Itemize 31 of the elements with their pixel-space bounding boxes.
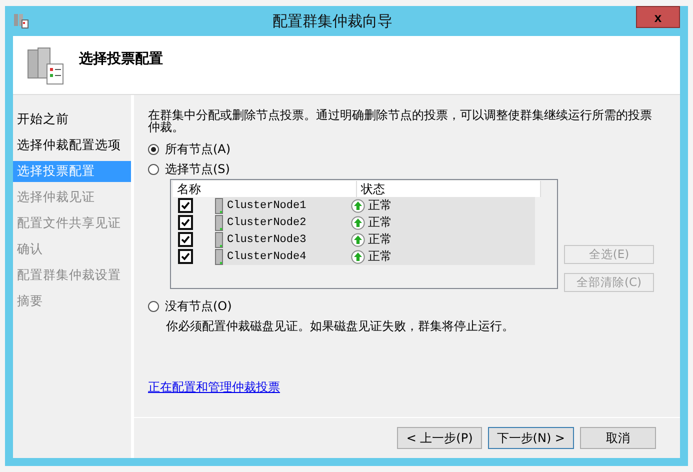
radio-option[interactable]: 没有节点(O) <box>148 296 668 316</box>
table-cell: ClusterNode2 <box>223 214 351 231</box>
up-arrow-icon <box>351 232 365 246</box>
table-cell: ClusterNode4 <box>223 248 351 265</box>
checkbox[interactable] <box>178 249 193 264</box>
nav-button[interactable]: < 上一步(P) <box>397 427 482 449</box>
close-button[interactable]: x <box>636 6 680 28</box>
checkbox[interactable] <box>178 215 193 230</box>
help-link[interactable]: 正在配置和管理仲裁投票 <box>148 379 280 396</box>
status-text: 正常 <box>368 231 392 248</box>
page-title: 选择投票配置 <box>79 50 163 68</box>
checkbox[interactable] <box>178 198 193 213</box>
step-item[interactable]: 选择仲裁配置选项 <box>13 135 131 156</box>
table-cell: ClusterNode3 <box>223 231 351 248</box>
radio-option[interactable]: 选择节点(S) <box>148 159 668 179</box>
servers-icon <box>13 13 29 29</box>
note-text: 你必须配置仲裁磁盘见证。如果磁盘见证失败，群集将停止运行。 <box>166 318 515 335</box>
step-item[interactable]: 开始之前 <box>13 109 131 130</box>
window-title: 配置群集仲裁向导 <box>272 12 394 30</box>
up-arrow-icon <box>351 250 365 264</box>
up-arrow-icon <box>351 216 365 230</box>
nav-button[interactable]: 下一步(N) > <box>488 427 574 449</box>
checkbox[interactable] <box>178 232 193 247</box>
status-text: 正常 <box>368 197 392 214</box>
up-arrow-icon <box>351 198 365 212</box>
table-cell: ClusterNode1 <box>223 197 351 214</box>
radio-option[interactable]: 所有节点(A) <box>148 139 668 159</box>
status-text: 正常 <box>368 248 392 265</box>
status-text: 正常 <box>368 214 392 231</box>
nav-button[interactable]: 取消 <box>580 427 656 449</box>
intro-text: 在群集中分配或删除节点投票。通过明确删除节点的投票，可以调整使群集继续运行所需的投票仲裁。 <box>148 109 653 133</box>
